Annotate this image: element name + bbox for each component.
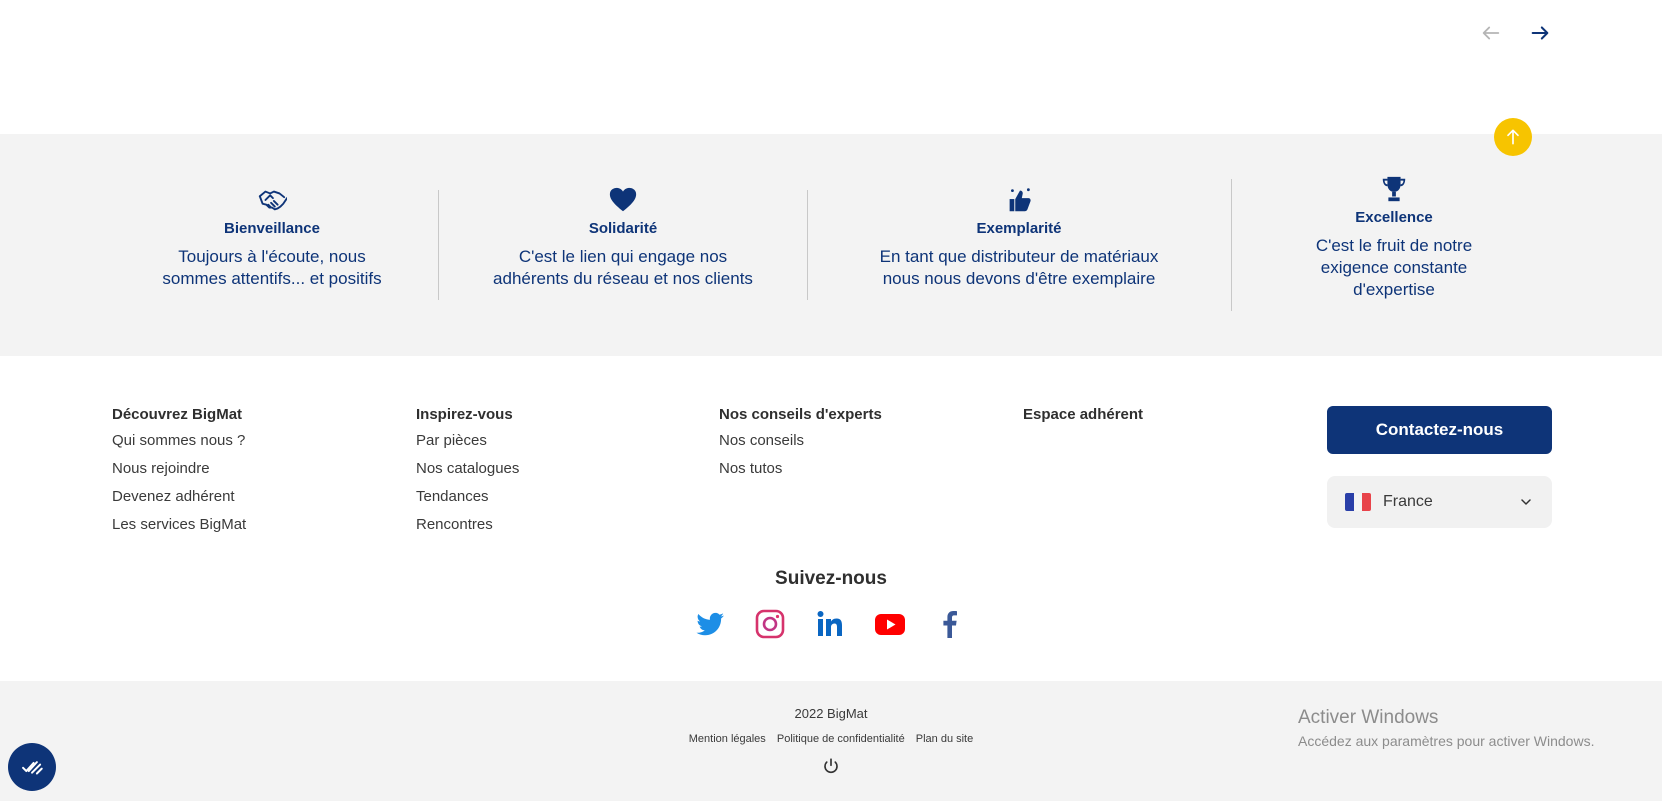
chevron-down-icon: [1521, 499, 1531, 505]
linkedin-icon[interactable]: [814, 608, 846, 640]
contact-button[interactable]: Contactez-nous: [1327, 406, 1552, 454]
value-text: C'est le fruit de notre exigence constan…: [1315, 236, 1473, 299]
trophy-icon: [1272, 173, 1516, 205]
footer-column-decouvrez: Découvrez BigMat Qui sommes nous ? Nous …: [112, 406, 246, 544]
divider: [1231, 179, 1232, 311]
value-text: En tant que distributeur de matériaux no…: [879, 247, 1159, 288]
value-bienveillance: Bienveillance Toujours à l'écoute, nous …: [142, 184, 402, 290]
heart-icon: [473, 184, 773, 216]
carousel-prev-button[interactable]: [1478, 20, 1504, 46]
column-heading: Découvrez BigMat: [112, 406, 243, 423]
value-exemplarite: Exemplarité En tant que distributeur de …: [849, 184, 1189, 290]
cookie-consent-button[interactable]: [8, 743, 56, 791]
facebook-icon[interactable]: [934, 608, 966, 640]
france-flag-icon: [1345, 493, 1371, 511]
country-label: France: [1383, 493, 1433, 510]
footer-link[interactable]: Rencontres: [416, 516, 519, 534]
footer-link[interactable]: Par pièces: [416, 432, 519, 450]
arrow-up-icon: [1507, 129, 1519, 145]
handshake-icon: [142, 184, 402, 216]
footer-link[interactable]: Les services BigMat: [112, 516, 246, 534]
footer-link[interactable]: Qui sommes nous ?: [112, 432, 246, 450]
twitter-icon[interactable]: [694, 608, 726, 640]
value-excellence: Excellence C'est le fruit de notre exige…: [1272, 173, 1516, 301]
footer-column-espace-adherent: Espace adhérent: [1023, 406, 1143, 432]
scroll-to-top-button[interactable]: [1494, 118, 1532, 156]
footer-link[interactable]: Tendances: [416, 488, 519, 506]
footer-column-inspirez: Inspirez-vous Par pièces Nos catalogues …: [416, 406, 519, 544]
legal-link-sitemap[interactable]: Plan du site: [916, 733, 973, 745]
follow-heading: Suivez-nous: [775, 568, 887, 589]
value-title: Bienveillance: [224, 220, 320, 237]
footer-link[interactable]: Nos catalogues: [416, 460, 519, 478]
value-title: Exemplarité: [976, 220, 1062, 237]
value-title: Excellence: [1355, 209, 1433, 226]
instagram-icon[interactable]: [754, 608, 786, 640]
legal-link-mentions[interactable]: Mention légales: [689, 733, 766, 745]
footer-link[interactable]: Nous rejoindre: [112, 460, 246, 478]
value-text: Toujours à l'écoute, nous sommes attenti…: [162, 247, 382, 288]
legal-link-privacy[interactable]: Politique de confidentialité: [777, 733, 905, 745]
country-select[interactable]: France: [1327, 476, 1552, 528]
divider: [438, 190, 439, 300]
windows-activation-watermark: Activer Windows Accédez aux paramètres p…: [1298, 707, 1595, 749]
value-title: Solidarité: [588, 220, 658, 237]
espace-adherent-link[interactable]: Espace adhérent: [1023, 406, 1143, 423]
footer-column-conseils: Nos conseils d'experts Nos conseils Nos …: [719, 406, 882, 488]
arrow-left-icon: [1482, 26, 1500, 40]
footer-link[interactable]: Devenez adhérent: [112, 488, 246, 506]
social-links: [694, 608, 966, 640]
check-marks-icon: [22, 761, 43, 775]
page: Bienveillance Toujours à l'écoute, nous …: [0, 0, 1662, 801]
divider: [807, 190, 808, 300]
value-solidarite: Solidarité C'est le lien qui engage nos …: [473, 184, 773, 290]
power-icon[interactable]: [822, 757, 840, 775]
column-heading: Nos conseils d'experts: [719, 406, 882, 423]
footer-link[interactable]: Nos conseils: [719, 432, 882, 450]
youtube-icon[interactable]: [874, 608, 906, 640]
column-heading: Inspirez-vous: [416, 406, 513, 423]
thumbs-up-icon: [849, 184, 1189, 216]
value-text: C'est le lien qui engage nos adhérents d…: [493, 247, 753, 288]
carousel-next-button[interactable]: [1527, 20, 1553, 46]
footer-link[interactable]: Nos tutos: [719, 460, 882, 478]
arrow-right-icon: [1531, 26, 1549, 40]
